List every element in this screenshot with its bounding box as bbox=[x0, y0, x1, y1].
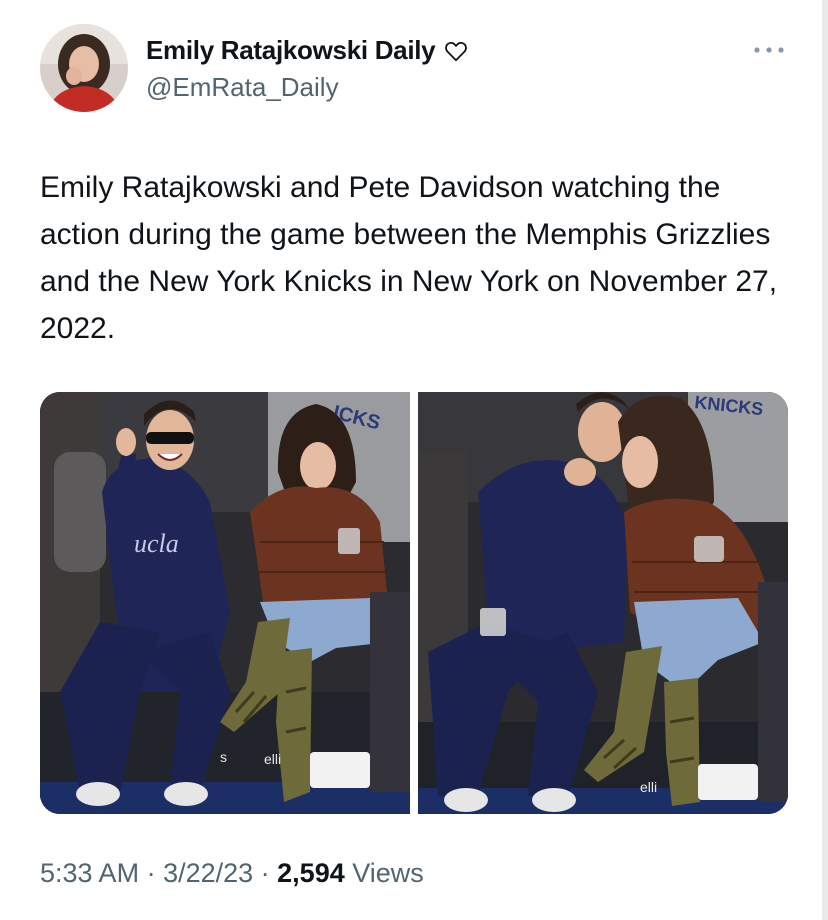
avatar-image bbox=[40, 24, 128, 112]
footer-separator: · bbox=[139, 858, 164, 888]
media-photo-left[interactable]: ICKS ucla elli s bbox=[40, 392, 410, 814]
avatar[interactable] bbox=[40, 24, 128, 112]
jersey-text: ucla bbox=[134, 529, 179, 558]
courtside-letter-text: s bbox=[220, 749, 227, 765]
tweet-card: Emily Ratajkowski Daily @EmRata_Daily Em… bbox=[0, 0, 822, 920]
views-count: 2,594 bbox=[277, 858, 345, 888]
author-display-name[interactable]: Emily Ratajkowski Daily bbox=[146, 35, 436, 66]
more-button[interactable] bbox=[752, 40, 786, 60]
author-handle[interactable]: @EmRata_Daily bbox=[146, 72, 339, 103]
tweet-footer: 5:33 AM · 3/22/23 · 2,594 Views bbox=[40, 858, 424, 889]
courtside-sign-text: elli bbox=[264, 751, 281, 767]
views-label: Views bbox=[352, 858, 424, 888]
more-dots-icon bbox=[754, 47, 784, 53]
media-photo-right[interactable]: KNICKS elli bbox=[418, 392, 788, 814]
tweet-text: Emily Ratajkowski and Pete Davidson watc… bbox=[40, 171, 778, 345]
tweet-media: ICKS ucla elli s KNICKS elli bbox=[40, 392, 788, 814]
tweet-date[interactable]: 3/22/23 bbox=[163, 858, 253, 888]
author-name-row: Emily Ratajkowski Daily bbox=[146, 35, 469, 66]
scrollbar-track[interactable] bbox=[822, 0, 828, 920]
courtside-sign-text-right: elli bbox=[640, 779, 657, 795]
tweet-time[interactable]: 5:33 AM bbox=[40, 858, 139, 888]
footer-separator-2: · bbox=[253, 858, 278, 888]
heart-outline-icon bbox=[443, 38, 469, 64]
